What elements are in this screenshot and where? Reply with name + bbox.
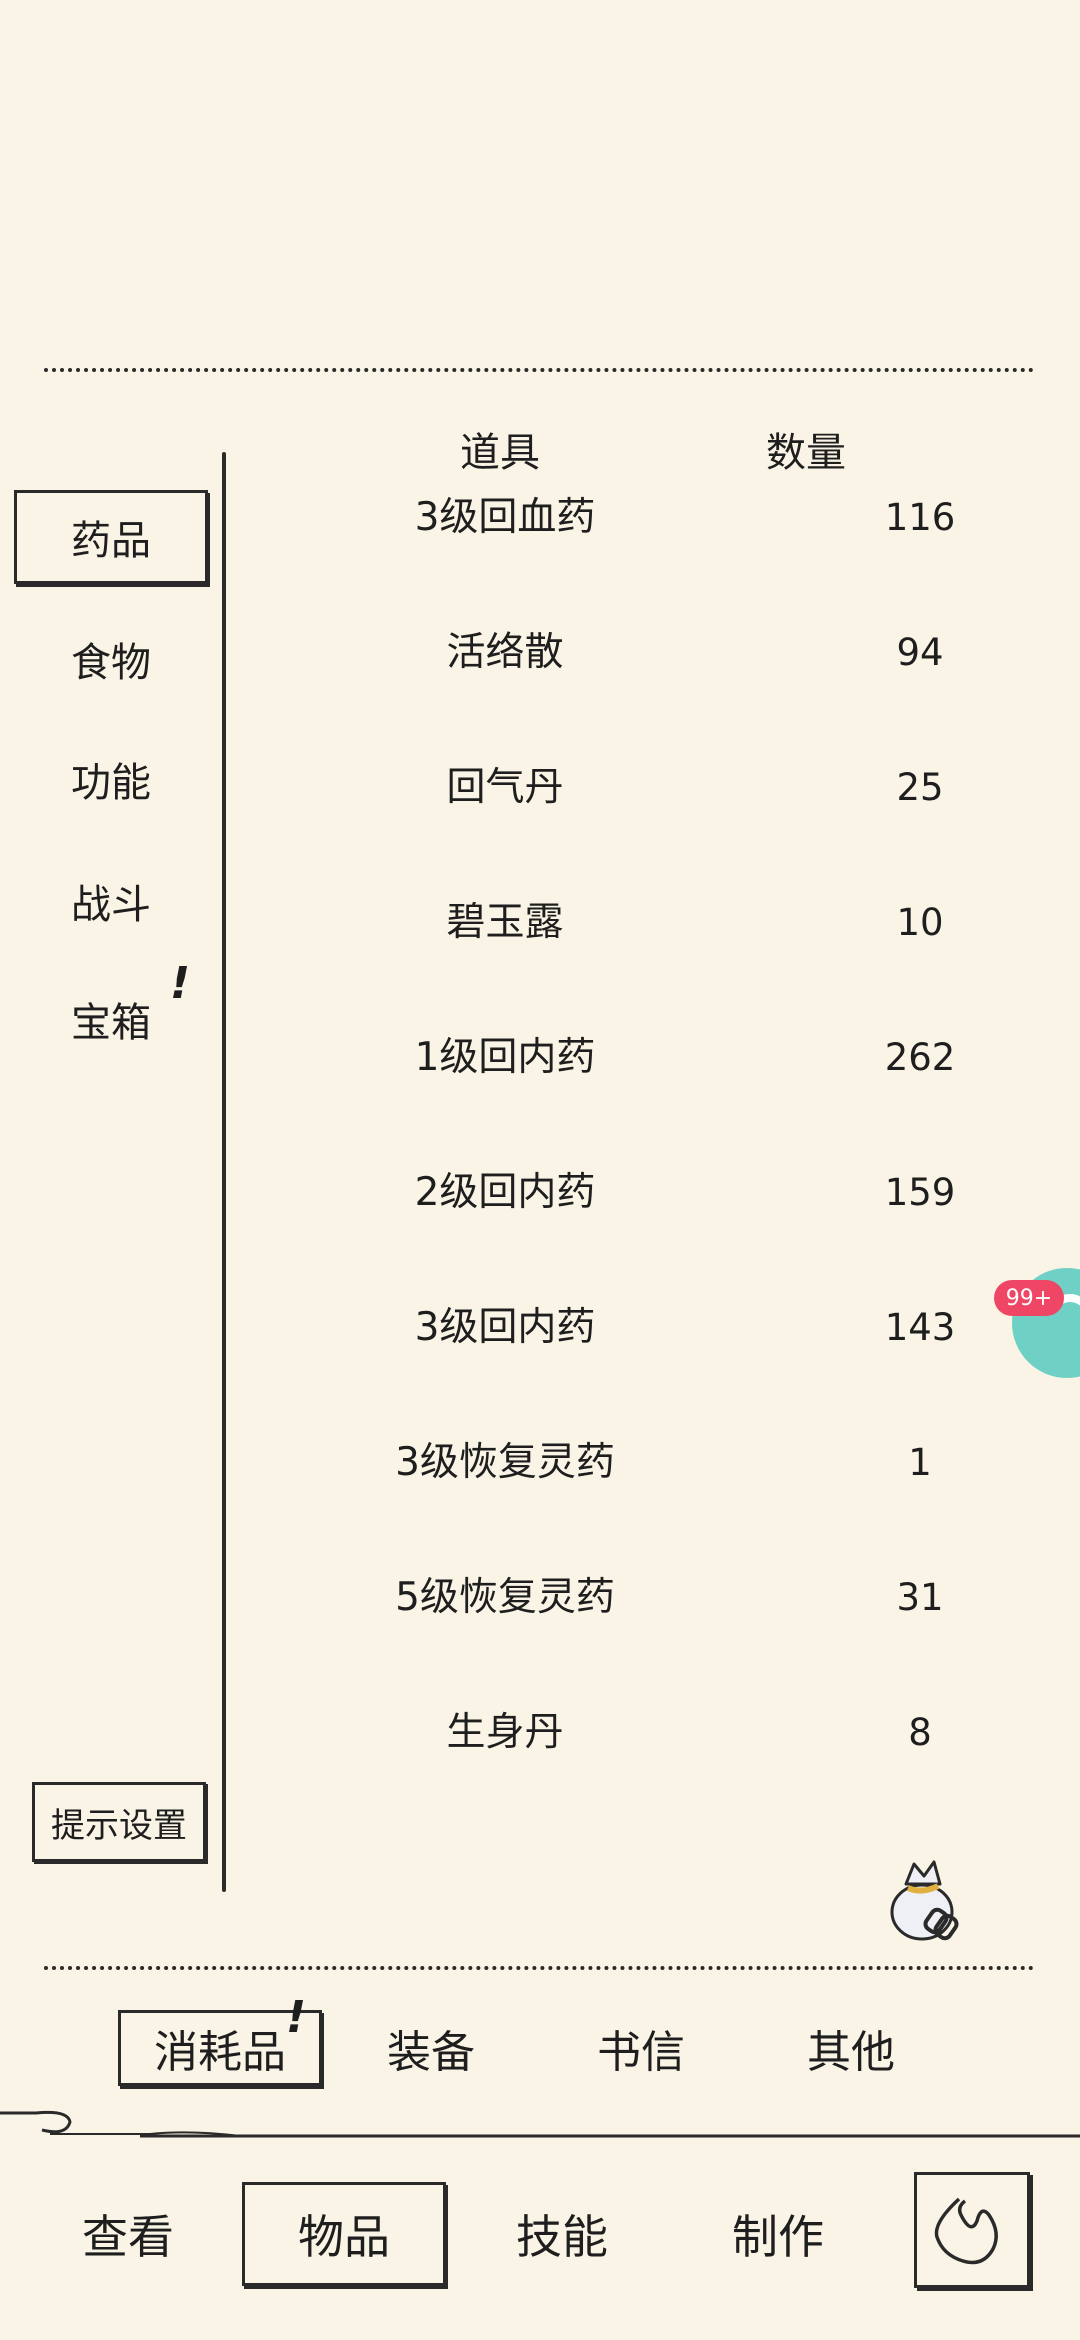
item-quantity: 25 bbox=[896, 766, 944, 809]
sidebar-item-medicine[interactable]: 药品 bbox=[14, 490, 208, 584]
item-quantity: 159 bbox=[884, 1171, 956, 1214]
hint-settings-label: 提示设置 bbox=[51, 1805, 187, 1846]
list-item[interactable]: 1级回内药 262 bbox=[230, 1018, 1080, 1098]
list-item[interactable]: 碧玉露 10 bbox=[230, 883, 1080, 963]
item-name: 碧玉露 bbox=[446, 900, 564, 945]
nav-crafting[interactable]: 制作 bbox=[708, 2182, 848, 2286]
list-item[interactable]: 3级回内药 143 bbox=[230, 1288, 1080, 1368]
sidebar-item-label: 食物 bbox=[71, 640, 151, 686]
chest-alert-icon: ! bbox=[170, 958, 191, 1009]
tab-equipment[interactable]: 装备 bbox=[356, 2010, 506, 2086]
sidebar-item-label: 功能 bbox=[71, 760, 151, 806]
quantity-column-header: 数量 bbox=[766, 430, 846, 476]
nav-label: 制作 bbox=[732, 2210, 824, 2264]
hint-settings-button[interactable]: 提示设置 bbox=[32, 1782, 206, 1862]
item-quantity: 10 bbox=[896, 901, 944, 944]
list-item[interactable]: 5级恢复灵药 31 bbox=[230, 1558, 1080, 1638]
sidebar-item-label: 药品 bbox=[71, 518, 151, 564]
tab-label: 书信 bbox=[597, 2027, 685, 2078]
item-quantity: 1 bbox=[908, 1441, 932, 1484]
nav-label: 物品 bbox=[298, 2210, 390, 2264]
nav-label: 技能 bbox=[516, 2210, 608, 2264]
item-name: 活络散 bbox=[446, 630, 564, 675]
top-dotted-divider bbox=[44, 368, 1034, 372]
nav-label: 查看 bbox=[82, 2210, 174, 2264]
nav-skills[interactable]: 技能 bbox=[492, 2182, 632, 2286]
consumables-alert-icon: ! bbox=[286, 1992, 307, 2043]
tab-label: 其他 bbox=[807, 2027, 895, 2078]
item-column-header: 道具 bbox=[460, 430, 540, 476]
item-name: 2级回内药 bbox=[414, 1170, 596, 1215]
item-name: 5级恢复灵药 bbox=[395, 1575, 615, 1620]
list-item[interactable]: 3级回血药 116 bbox=[230, 478, 1080, 558]
item-name: 生身丹 bbox=[446, 1710, 564, 1755]
sidebar-item-food[interactable]: 食物 bbox=[14, 612, 208, 706]
back-arrow-icon bbox=[934, 2197, 998, 2265]
list-item[interactable]: 活络散 94 bbox=[230, 613, 1080, 693]
list-item[interactable]: 生身丹 8 bbox=[230, 1693, 1080, 1773]
bottom-dotted-divider bbox=[44, 1966, 1034, 1970]
item-name: 3级回血药 bbox=[414, 495, 596, 540]
swirl-separator bbox=[0, 2110, 1080, 2138]
item-name: 3级回内药 bbox=[414, 1305, 596, 1350]
tab-label: 装备 bbox=[387, 2027, 475, 2078]
item-name: 3级恢复灵药 bbox=[395, 1440, 615, 1485]
item-quantity: 31 bbox=[896, 1576, 944, 1619]
list-item[interactable]: 3级恢复灵药 1 bbox=[230, 1423, 1080, 1503]
sidebar-divider bbox=[222, 452, 226, 1892]
sidebar-item-label: 宝箱 bbox=[71, 1000, 151, 1046]
nav-view[interactable]: 查看 bbox=[58, 2182, 198, 2286]
item-quantity: 116 bbox=[884, 496, 956, 539]
list-item[interactable]: 2级回内药 159 bbox=[230, 1153, 1080, 1233]
nav-items[interactable]: 物品 bbox=[242, 2182, 446, 2286]
sidebar-item-combat[interactable]: 战斗 bbox=[14, 854, 208, 948]
item-name: 回气丹 bbox=[446, 765, 564, 810]
notification-badge: 99+ bbox=[994, 1280, 1064, 1316]
sidebar-item-label: 战斗 bbox=[71, 882, 151, 928]
loot-bag-icon[interactable] bbox=[884, 1850, 970, 1942]
item-quantity: 262 bbox=[884, 1036, 956, 1079]
tab-other[interactable]: 其他 bbox=[776, 2010, 926, 2086]
list-item[interactable]: 回气丹 25 bbox=[230, 748, 1080, 828]
back-button[interactable] bbox=[914, 2172, 1030, 2288]
sidebar-item-function[interactable]: 功能 bbox=[14, 732, 208, 826]
item-quantity: 94 bbox=[896, 631, 944, 674]
item-quantity: 8 bbox=[908, 1711, 932, 1754]
tab-label: 消耗品 bbox=[154, 2027, 286, 2078]
tab-letters[interactable]: 书信 bbox=[566, 2010, 716, 2086]
item-name: 1级回内药 bbox=[414, 1035, 596, 1080]
